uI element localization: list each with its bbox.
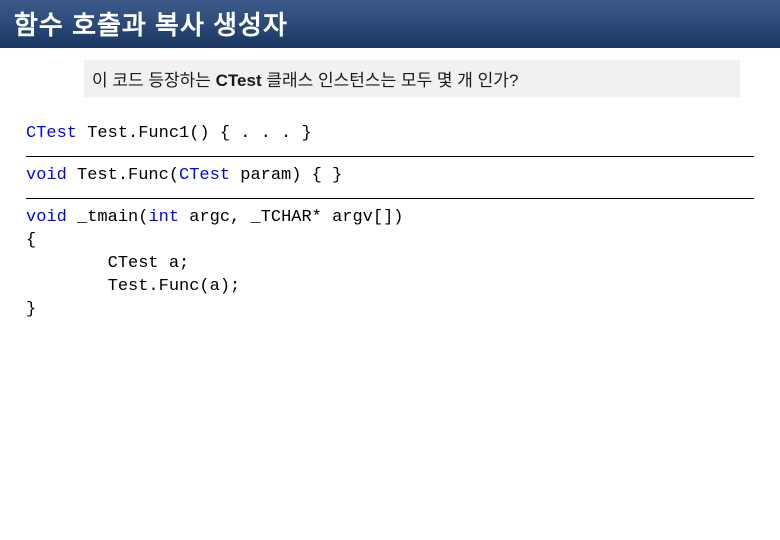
- keyword-void: void: [26, 208, 67, 227]
- question-banner: 이 코드 등장하는 CTest 클래스 인스턴스는 모두 몇 개 인가?: [84, 60, 740, 97]
- code-text: Test.Func(a);: [26, 277, 240, 296]
- page-title: 함수 호출과 복사 생성자: [14, 5, 288, 42]
- keyword-void: void: [26, 166, 67, 185]
- subhead-post: 클래스 인스턴스는 모두 몇 개 인가?: [262, 71, 519, 90]
- subhead-wrap: 이 코드 등장하는 CTest 클래스 인스턴스는 모두 몇 개 인가?: [0, 48, 780, 97]
- code-text: Test.Func(: [67, 166, 179, 185]
- keyword-int: int: [148, 208, 179, 227]
- code-block-3: void _tmain(int argc, _TCHAR* argv[]) { …: [26, 207, 754, 330]
- divider: [26, 156, 754, 157]
- code-area: CTest Test.Func1() { . . . } void Test.F…: [26, 123, 754, 330]
- code-text: argc, _TCHAR* argv[]): [179, 208, 403, 227]
- slide-header: 함수 호출과 복사 생성자: [0, 0, 780, 48]
- subhead-emph: CTest: [216, 71, 262, 90]
- code-text: }: [26, 300, 36, 319]
- code-text: Test.Func1() { . . . }: [77, 124, 312, 143]
- keyword-ctest: CTest: [26, 124, 77, 143]
- code-text: param) { }: [230, 166, 342, 185]
- code-block-1: CTest Test.Func1() { . . . }: [26, 123, 754, 154]
- subhead-pre: 이 코드 등장하는: [92, 71, 216, 90]
- code-block-2: void Test.Func(CTest param) { }: [26, 165, 754, 196]
- code-text: {: [26, 231, 36, 250]
- code-text: _tmain(: [67, 208, 149, 227]
- divider: [26, 198, 754, 199]
- code-text: CTest a;: [26, 254, 189, 273]
- keyword-ctest: CTest: [179, 166, 230, 185]
